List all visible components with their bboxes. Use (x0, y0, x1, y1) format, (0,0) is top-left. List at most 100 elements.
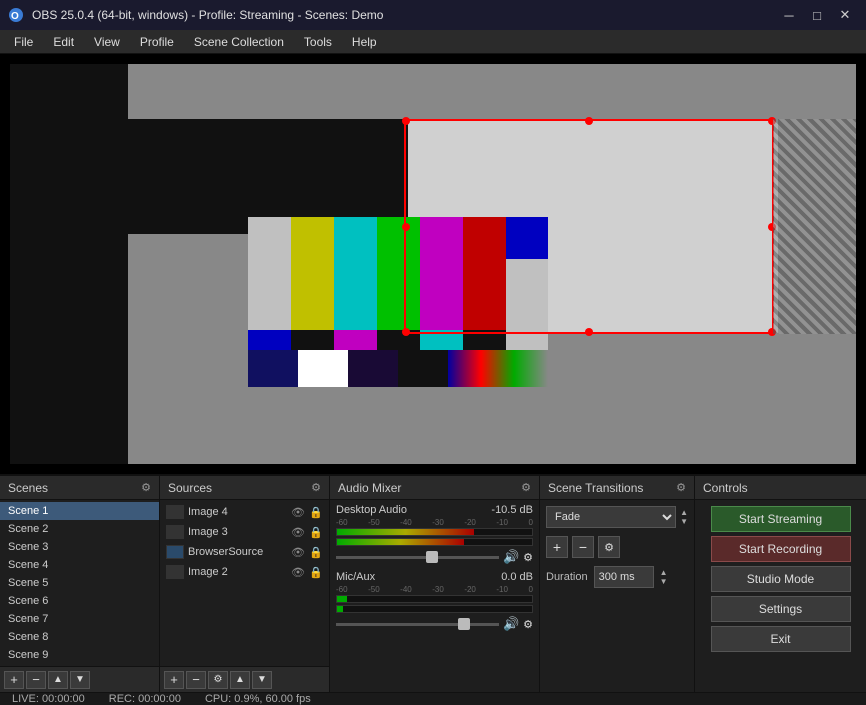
transitions-config-icon[interactable]: ⚙ (676, 481, 686, 494)
studio-mode-button[interactable]: Studio Mode (711, 566, 851, 592)
smpte-bars (248, 217, 548, 387)
source-name: Image 4 (188, 506, 287, 518)
duration-spinner[interactable]: ▲ ▼ (660, 568, 668, 586)
transition-config-button[interactable]: ⚙ (598, 536, 620, 558)
menu-view[interactable]: View (84, 33, 130, 51)
desktop-audio-mute[interactable]: 🔊 (503, 549, 519, 565)
lock-icon[interactable]: 🔒 (309, 545, 323, 559)
visibility-icon[interactable]: 👁 (291, 545, 305, 559)
menu-scene-collection[interactable]: Scene Collection (184, 33, 294, 51)
mic-aux-settings[interactable]: ⚙ (523, 618, 533, 631)
scene-item[interactable]: Scene 9 (0, 646, 159, 664)
titlebar: O OBS 25.0.4 (64-bit, windows) - Profile… (0, 0, 866, 30)
controls-panel: Controls Start Streaming Start Recording… (695, 476, 866, 692)
source-settings-button[interactable]: ⚙ (208, 671, 228, 689)
scene-item[interactable]: Scene 7 (0, 610, 159, 628)
scenes-config-icon[interactable]: ⚙ (141, 481, 151, 494)
menu-profile[interactable]: Profile (130, 33, 184, 51)
mic-aux-meter2 (336, 605, 533, 613)
minimize-button[interactable]: ─ (776, 5, 802, 25)
source-down-button[interactable]: ▼ (252, 671, 272, 689)
sources-header: Sources ⚙ (160, 476, 329, 500)
scenes-title: Scenes (8, 481, 48, 495)
app-icon: O (8, 7, 24, 23)
source-name: Image 2 (188, 566, 287, 578)
audio-config-icon[interactable]: ⚙ (521, 481, 531, 494)
scene-item[interactable]: Scene 6 (0, 592, 159, 610)
menu-help[interactable]: Help (342, 33, 387, 51)
add-scene-button[interactable]: + (4, 671, 24, 689)
controls-title: Controls (703, 481, 748, 495)
scene-item[interactable]: Scene 2 (0, 520, 159, 538)
desktop-audio-settings[interactable]: ⚙ (523, 551, 533, 564)
scene-down-button[interactable]: ▼ (70, 671, 90, 689)
statusbar: LIVE: 00:00:00 REC: 00:00:00 CPU: 0.9%, … (0, 692, 866, 705)
rec-status: REC: 00:00:00 (109, 693, 181, 705)
audio-title: Audio Mixer (338, 481, 401, 495)
lock-icon[interactable]: 🔒 (309, 525, 323, 539)
settings-button[interactable]: Settings (711, 596, 851, 622)
svg-text:O: O (11, 11, 19, 22)
visibility-icon[interactable]: 👁 (291, 525, 305, 539)
live-status: LIVE: 00:00:00 (12, 693, 85, 705)
source-thumbnail (166, 505, 184, 519)
scene-item[interactable]: Scene 3 (0, 538, 159, 556)
scene-item[interactable]: Scene 5 (0, 574, 159, 592)
transitions-add-row: + − ⚙ (546, 536, 688, 558)
desktop-audio-label: Desktop Audio (336, 504, 407, 516)
source-name: BrowserSource (188, 546, 287, 558)
scene-item[interactable]: Scene 8 (0, 628, 159, 646)
transition-type-select[interactable]: Fade Cut Swipe Slide (546, 506, 676, 528)
sources-title: Sources (168, 481, 212, 495)
add-transition-button[interactable]: + (546, 536, 568, 558)
mic-aux-db: 0.0 dB (501, 571, 533, 583)
source-item[interactable]: Image 2 👁 🔒 (160, 562, 329, 582)
lock-icon[interactable]: 🔒 (309, 505, 323, 519)
menu-edit[interactable]: Edit (43, 33, 84, 51)
scene-up-button[interactable]: ▲ (48, 671, 68, 689)
scene-item[interactable]: Scene 1 (0, 502, 159, 520)
mic-aux-mute[interactable]: 🔊 (503, 616, 519, 632)
add-source-button[interactable]: + (164, 671, 184, 689)
test-card (248, 217, 548, 387)
titlebar-controls: ─ □ ✕ (776, 5, 858, 25)
desktop-audio-header: Desktop Audio -10.5 dB (336, 504, 533, 516)
scene-transitions-panel: Scene Transitions ⚙ Fade Cut Swipe Slide… (540, 476, 695, 692)
source-item[interactable]: Image 3 👁 🔒 (160, 522, 329, 542)
black-left (10, 64, 128, 464)
remove-source-button[interactable]: − (186, 671, 206, 689)
visibility-icon[interactable]: 👁 (291, 565, 305, 579)
desktop-audio-meter (336, 528, 533, 536)
sources-footer: + − ⚙ ▲ ▼ (160, 666, 329, 692)
bottom-panel: Scenes ⚙ Scene 1 Scene 2 Scene 3 Scene 4… (0, 474, 866, 692)
scenes-panel: Scenes ⚙ Scene 1 Scene 2 Scene 3 Scene 4… (0, 476, 160, 692)
sources-config-icon[interactable]: ⚙ (311, 481, 321, 494)
menu-tools[interactable]: Tools (294, 33, 342, 51)
maximize-button[interactable]: □ (804, 5, 830, 25)
remove-transition-button[interactable]: − (572, 536, 594, 558)
visibility-icon[interactable]: 👁 (291, 505, 305, 519)
desktop-audio-fader[interactable] (336, 556, 499, 559)
mic-aux-fader[interactable] (336, 623, 499, 626)
scenes-header: Scenes ⚙ (0, 476, 159, 500)
titlebar-left: O OBS 25.0.4 (64-bit, windows) - Profile… (8, 7, 383, 23)
transition-arrows[interactable]: ▲ ▼ (680, 508, 688, 526)
desktop-audio-fader-thumb[interactable] (426, 551, 438, 563)
scenes-footer: + − ▲ ▼ (0, 666, 159, 692)
mic-aux-track: Mic/Aux 0.0 dB -60-50-40-30-20-100 (336, 571, 533, 632)
source-item[interactable]: Image 4 👁 🔒 (160, 502, 329, 522)
exit-button[interactable]: Exit (711, 626, 851, 652)
transitions-header: Scene Transitions ⚙ (540, 476, 694, 500)
menu-file[interactable]: File (4, 33, 43, 51)
controls-content: Start Streaming Start Recording Studio M… (695, 500, 866, 658)
start-recording-button[interactable]: Start Recording (711, 536, 851, 562)
source-up-button[interactable]: ▲ (230, 671, 250, 689)
hatch-overlay (773, 119, 856, 334)
start-streaming-button[interactable]: Start Streaming (711, 506, 851, 532)
mic-aux-fader-thumb[interactable] (458, 618, 470, 630)
scene-item[interactable]: Scene 4 (0, 556, 159, 574)
source-item[interactable]: BrowserSource 👁 🔒 (160, 542, 329, 562)
close-button[interactable]: ✕ (832, 5, 858, 25)
duration-input[interactable] (594, 566, 654, 588)
remove-scene-button[interactable]: − (26, 671, 46, 689)
